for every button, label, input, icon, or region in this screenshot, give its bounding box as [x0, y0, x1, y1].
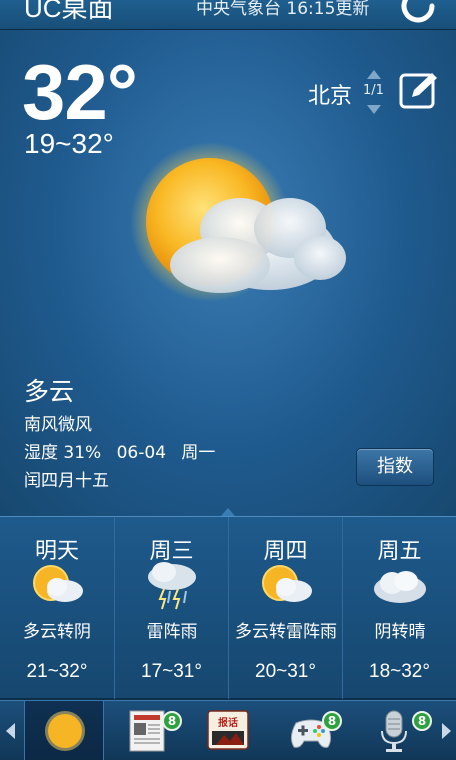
- chevron-up-icon[interactable]: [367, 70, 381, 79]
- forecast-day[interactable]: 周五 阴转晴 18~32°: [342, 517, 456, 699]
- sun-cloud-icon: [130, 142, 346, 302]
- current-weather-panel: 32° 19~32° 北京 1/1 多云 南风微风 湿度 31% 06-04 周…: [0, 30, 456, 516]
- sun-cloud-icon: [262, 565, 312, 602]
- index-button[interactable]: 指数: [356, 448, 434, 486]
- thunderstorm-icon: [148, 562, 196, 610]
- forecast-range: 20~31°: [255, 661, 316, 682]
- app-title: UC桌面: [24, 0, 114, 23]
- city-pager[interactable]: 1/1: [362, 70, 386, 114]
- forecast-condition: 多云转雷阵雨: [235, 622, 337, 642]
- update-info: 中央气象台 16:15更新: [196, 0, 370, 19]
- current-temperature: 32°: [22, 48, 138, 136]
- microphone-icon: [381, 710, 407, 752]
- newspaper-icon: [129, 710, 165, 752]
- chevron-down-icon[interactable]: [367, 105, 381, 114]
- forecast-day[interactable]: 明天 多云转阴 21~32°: [0, 517, 114, 699]
- edit-city-button[interactable]: [398, 70, 440, 110]
- forecast-day[interactable]: 周三 雷阵雨 17~31°: [114, 517, 228, 699]
- current-condition: 多云: [24, 377, 75, 406]
- forecast-condition: 多云转阴: [23, 622, 91, 642]
- lunar-date: 闰四月十五: [24, 471, 109, 491]
- notification-badge: 8: [162, 711, 182, 731]
- temperature-range: 19~32°: [24, 128, 114, 159]
- forecast-range: 17~31°: [141, 661, 202, 682]
- chevron-left-icon[interactable]: [6, 723, 15, 739]
- news-app[interactable]: 报话: [206, 707, 254, 757]
- date: 06-04: [116, 443, 167, 463]
- forecast-condition: 雷阵雨: [146, 622, 198, 642]
- dock-selected-slot[interactable]: [24, 701, 104, 760]
- forecast-day[interactable]: 周四 多云转雷阵雨 20~31°: [228, 517, 342, 699]
- status-header: UC桌面 中央气象台 16:15更新: [0, 0, 456, 30]
- cloud-icon: [374, 571, 426, 603]
- news-app-label: 报话: [218, 716, 238, 729]
- notification-badge: 8: [322, 711, 342, 731]
- voice-app[interactable]: 8: [378, 707, 432, 757]
- forecast-condition: 阴转晴: [374, 622, 426, 642]
- forecast-range: 21~32°: [26, 661, 88, 682]
- humidity-date-line: 湿度 31% 06-04 周一: [24, 438, 225, 463]
- news-app-icon: 报话: [207, 710, 249, 750]
- city-page-indicator: 1/1: [363, 83, 384, 98]
- pointer-indicator: [221, 508, 235, 516]
- sun-cloud-icon: [33, 565, 83, 602]
- game-app[interactable]: 8: [288, 707, 342, 757]
- city-name[interactable]: 北京: [308, 78, 352, 110]
- app-dock: 8 报话 8 8: [0, 700, 456, 760]
- refresh-icon[interactable]: [398, 0, 438, 26]
- chevron-right-icon[interactable]: [442, 723, 451, 739]
- newspaper-app[interactable]: 8: [128, 707, 182, 757]
- wind-info: 南风微风: [24, 415, 92, 435]
- forecast-row: 明天 多云转阴 21~32° 周三 雷阵雨 17~31° 周四 多云转雷阵雨 2…: [0, 516, 456, 699]
- humidity: 湿度 31%: [24, 443, 102, 463]
- forecast-range: 18~32°: [369, 661, 430, 682]
- weather-sun-icon[interactable]: [43, 709, 87, 753]
- weekday: 周一: [181, 443, 216, 463]
- notification-badge: 8: [412, 711, 432, 731]
